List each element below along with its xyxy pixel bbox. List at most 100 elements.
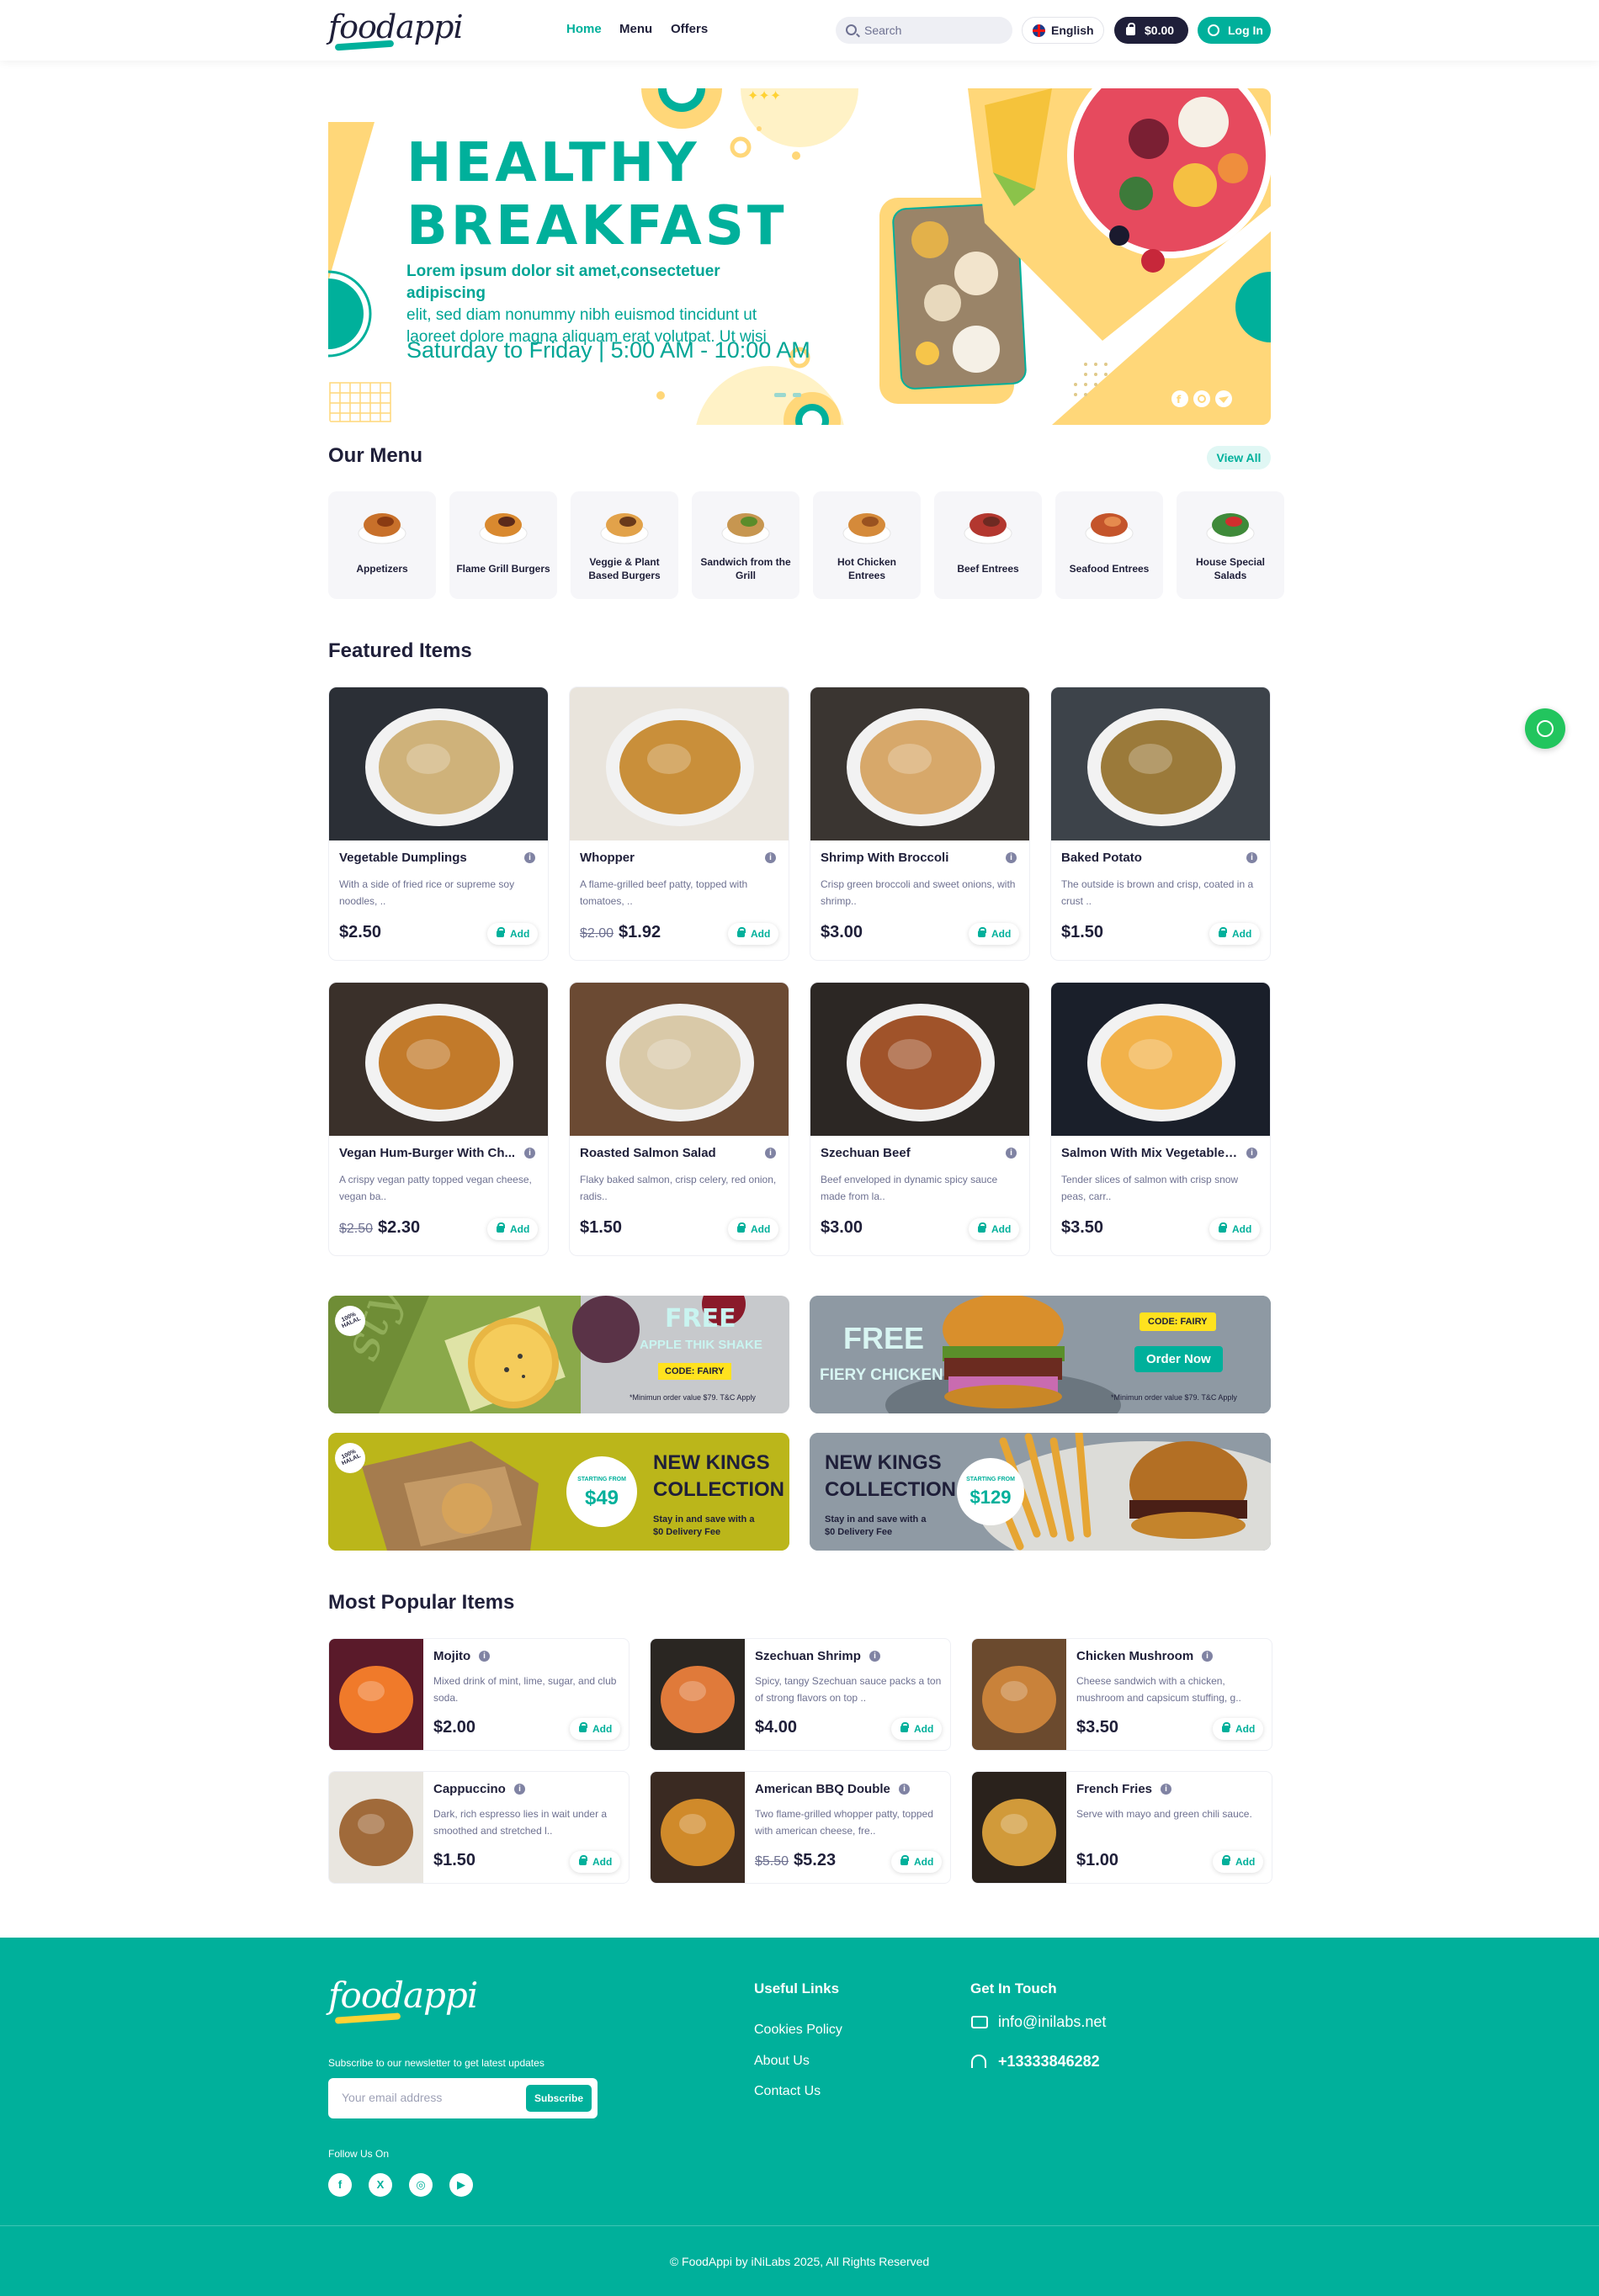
product-card[interactable]: Shrimp With Broccoli i Crisp green broccol… [810,687,1030,961]
popular-item-card[interactable]: French Fries i Serve with mayo and green c… [971,1771,1272,1884]
add-to-cart-button[interactable]: Add [570,1851,620,1873]
product-image[interactable] [570,687,789,840]
product-name[interactable]: French Fries [1076,1782,1152,1796]
add-to-cart-button[interactable]: Add [1213,1851,1263,1873]
product-card[interactable]: Whopper i A flame-grilled beef patty, topp… [569,687,789,961]
product-name[interactable]: Shrimp With Broccoli [821,851,997,865]
product-name[interactable]: Roasted Salmon Salad [580,1146,757,1160]
search-input[interactable]: Search [836,17,1012,44]
popular-item-card[interactable]: Mojito i Mixed drink of mint, lime, sugar,… [328,1638,630,1751]
add-to-cart-button[interactable]: Add [1213,1718,1263,1740]
login-button[interactable]: Log In [1198,17,1271,44]
nav-menu[interactable]: Menu [619,22,652,36]
add-to-cart-button[interactable]: Add [487,923,538,945]
product-name[interactable]: Vegetable Dumplings [339,851,516,865]
product-image[interactable] [810,983,1029,1136]
info-icon[interactable]: i [1246,1148,1257,1159]
add-to-cart-button[interactable]: Add [969,923,1019,945]
product-image[interactable] [1051,983,1270,1136]
link-cookies-policy[interactable]: Cookies Policy [754,2023,842,2038]
add-to-cart-button[interactable]: Add [1209,923,1260,945]
product-name[interactable]: Szechuan Beef [821,1146,997,1160]
product-image[interactable] [972,1639,1066,1750]
youtube-icon[interactable]: ▶ [449,2173,473,2197]
contact-phone[interactable]: +13333846282 [998,2053,1100,2071]
product-image[interactable] [570,983,789,1136]
promo-kings-129[interactable]: STARTING FROM $129 NEW KINGS COLLECTION … [810,1433,1271,1551]
add-to-cart-button[interactable]: Add [1209,1218,1260,1240]
info-icon[interactable]: i [899,1784,910,1795]
product-card[interactable]: Vegan Hum-Burger With Ch... i A crispy veg… [328,982,549,1256]
info-icon[interactable]: i [524,1148,535,1159]
info-icon[interactable]: i [765,1148,776,1159]
instagram-icon[interactable]: ◎ [409,2173,433,2197]
info-icon[interactable]: i [1202,1651,1213,1662]
product-name[interactable]: Mojito [433,1649,470,1663]
subscribe-button[interactable]: Subscribe [526,2085,592,2112]
facebook-icon[interactable]: f [328,2173,352,2197]
product-card[interactable]: Szechuan Beef i Beef enveloped in dynamic … [810,982,1030,1256]
popular-item-card[interactable]: Cappuccino i Dark, rich espresso lies in w… [328,1771,630,1884]
promo-kings-49[interactable]: 100% HALAL STARTING FROM $49 NEW KINGS C… [328,1433,789,1551]
popular-item-card[interactable]: Szechuan Shrimp i Spicy, tangy Szechuan sa… [650,1638,951,1751]
nav-home[interactable]: Home [566,22,602,36]
info-icon[interactable]: i [765,852,776,863]
product-card[interactable]: Baked Potato i The outside is brown and cr… [1050,687,1271,961]
product-name[interactable]: Whopper [580,851,757,865]
add-to-cart-button[interactable]: Add [487,1218,538,1240]
info-icon[interactable]: i [524,852,535,863]
product-image[interactable] [329,983,548,1136]
product-image[interactable] [810,687,1029,840]
add-to-cart-button[interactable]: Add [728,923,778,945]
info-icon[interactable]: i [1006,852,1017,863]
product-name[interactable]: Chicken Mushroom [1076,1649,1193,1663]
info-icon[interactable]: i [1006,1148,1017,1159]
menu-category[interactable]: House Special Salads [1177,491,1284,599]
hero-banner[interactable]: ✦✦✦ f HEALTHY BREAKFAST Lorem ipsum dolo… [328,88,1271,425]
product-name[interactable]: Szechuan Shrimp [755,1649,861,1663]
menu-category[interactable]: Seafood Entrees [1055,491,1163,599]
cart-button[interactable]: $0.00 [1114,17,1188,44]
product-card[interactable]: Vegetable Dumplings i With a side of fried… [328,687,549,961]
product-image[interactable] [329,687,548,840]
popular-item-card[interactable]: American BBQ Double i Two flame-grilled wh… [650,1771,951,1884]
product-image[interactable] [329,1639,423,1750]
menu-category[interactable]: Appetizers [328,491,436,599]
product-image[interactable] [651,1639,745,1750]
language-selector[interactable]: English [1022,17,1104,44]
contact-email[interactable]: info@inilabs.net [998,2013,1106,2031]
footer-logo[interactable]: foodappi [328,1975,478,2016]
link-about-us[interactable]: About Us [754,2054,810,2069]
menu-category[interactable]: Flame Grill Burgers [449,491,557,599]
add-to-cart-button[interactable]: Add [570,1718,620,1740]
menu-category[interactable]: Veggie & Plant Based Burgers [571,491,678,599]
product-image[interactable] [651,1772,745,1883]
menu-category[interactable]: Sandwich from the Grill [692,491,800,599]
add-to-cart-button[interactable]: Add [891,1851,942,1873]
product-image[interactable] [972,1772,1066,1883]
promo-apple-shake[interactable]: style 100% HALAL FREE APPLE THIK SHAKE C… [328,1296,789,1413]
menu-category[interactable]: Hot Chicken Entrees [813,491,921,599]
nav-offers[interactable]: Offers [671,22,708,36]
info-icon[interactable]: i [1161,1784,1171,1795]
product-name[interactable]: Salmon With Mix Vegetables.. [1061,1146,1238,1160]
product-name[interactable]: Cappuccino [433,1782,506,1796]
product-name[interactable]: Baked Potato [1061,851,1238,865]
popular-item-card[interactable]: Chicken Mushroom i Cheese sandwich with a … [971,1638,1272,1751]
product-card[interactable]: Salmon With Mix Vegetables.. i Tender slic… [1050,982,1271,1256]
email-field[interactable]: Your email address [342,2091,442,2104]
promo-fiery-chicken[interactable]: FREE FIERY CHICKEN CODE: FAIRY Order Now… [810,1296,1271,1413]
product-name[interactable]: Vegan Hum-Burger With Ch... [339,1146,516,1160]
product-image[interactable] [329,1772,423,1883]
x-twitter-icon[interactable]: X [369,2173,392,2197]
product-card[interactable]: Roasted Salmon Salad i Flaky baked salmon,… [569,982,789,1256]
view-all-button[interactable]: View All [1207,446,1271,469]
product-name[interactable]: American BBQ Double [755,1782,890,1796]
info-icon[interactable]: i [479,1651,490,1662]
add-to-cart-button[interactable]: Add [969,1218,1019,1240]
add-to-cart-button[interactable]: Add [891,1718,942,1740]
info-icon[interactable]: i [1246,852,1257,863]
order-now-button[interactable]: Order Now [1134,1346,1223,1372]
menu-category[interactable]: Beef Entrees [934,491,1042,599]
brand-logo[interactable]: foodappi [328,8,464,45]
